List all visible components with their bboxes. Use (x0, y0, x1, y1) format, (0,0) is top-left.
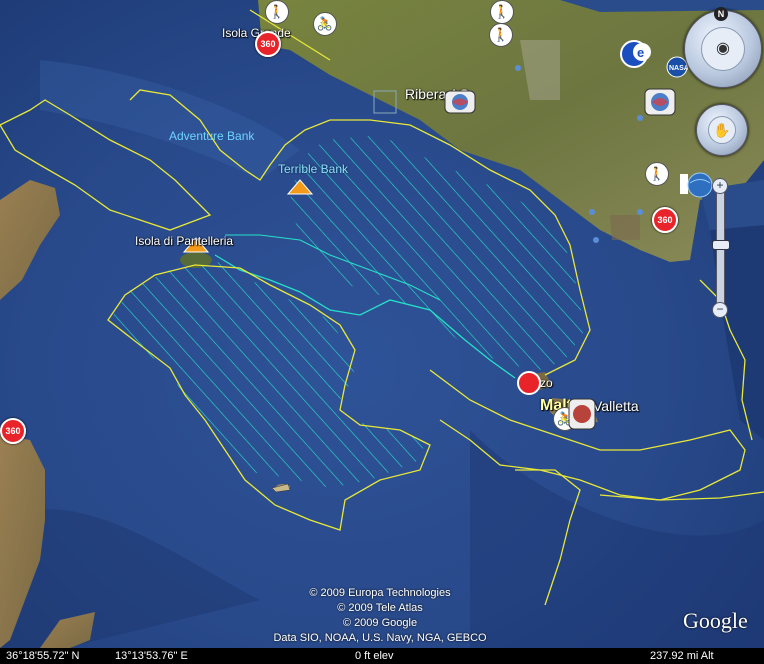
label-terrible-bank[interactable]: Terrible Bank (278, 162, 348, 176)
hand-pan-icon[interactable]: ✋ (708, 116, 736, 144)
globe-icon[interactable] (680, 170, 714, 200)
latitude-readout: 36°18'55.72" N (6, 650, 80, 662)
look-eye-icon[interactable]: ◉ (701, 27, 745, 71)
svg-text:e: e (637, 45, 644, 60)
map-viewport[interactable]: Isola Grande Ribera AG Adventure Bank Te… (0, 0, 764, 664)
svg-text:NASA: NASA (669, 65, 688, 72)
longitude-readout: 13°13'53.76" E (115, 650, 188, 662)
copyright-line: © 2009 Tele Atlas (337, 602, 423, 614)
lampedusa-marker-icon[interactable] (270, 480, 292, 494)
panorama-360-icon[interactable]: 360 (0, 418, 26, 444)
hiking-icon[interactable]: 🚶 (265, 0, 289, 24)
look-joystick[interactable]: ◉ (684, 10, 762, 88)
copyright-notice: © 2009 Europa Technologies © 2009 Tele A… (230, 586, 530, 646)
panorama-360-icon[interactable]: 360 (255, 31, 281, 57)
earth-tour-icon[interactable] (644, 88, 676, 116)
label-adventure-bank[interactable]: Adventure Bank (169, 129, 254, 143)
gozo-pin-icon[interactable] (516, 370, 542, 396)
zoom-in-button[interactable]: + (712, 178, 728, 194)
hiking-icon[interactable]: 🚶 (489, 23, 513, 47)
altitude-readout: 237.92 mi Alt (650, 650, 714, 662)
copyright-line: © 2009 Europa Technologies (309, 587, 451, 599)
zoom-out-button[interactable]: − (712, 302, 728, 318)
hiking-icon[interactable]: 🚶 (645, 162, 669, 186)
label-pantelleria[interactable]: Isola di Pantelleria (135, 234, 233, 248)
status-bar: 36°18'55.72" N 13°13'53.76" E 0 ft elev … (0, 648, 764, 664)
compass-north[interactable]: N (714, 7, 728, 21)
zoom-slider-thumb[interactable] (712, 239, 730, 250)
hiking-icon[interactable]: 🚶 (490, 0, 514, 24)
esa-logo-icon[interactable]: e (620, 38, 664, 78)
earth-tour-icon[interactable] (568, 398, 596, 432)
move-joystick[interactable]: ✋ (696, 104, 748, 156)
copyright-line: Data SIO, NOAA, U.S. Navy, NGA, GEBCO (273, 632, 487, 644)
google-logo: Google (683, 608, 748, 633)
label-valletta[interactable]: Valletta (593, 398, 639, 414)
panorama-360-icon[interactable]: 360 (652, 207, 678, 233)
copyright-line: © 2009 Google (342, 617, 418, 629)
elevation-readout: 0 ft elev (355, 650, 394, 662)
earth-tour-icon[interactable] (444, 90, 476, 116)
cycling-icon[interactable]: 🚴 (313, 12, 337, 36)
